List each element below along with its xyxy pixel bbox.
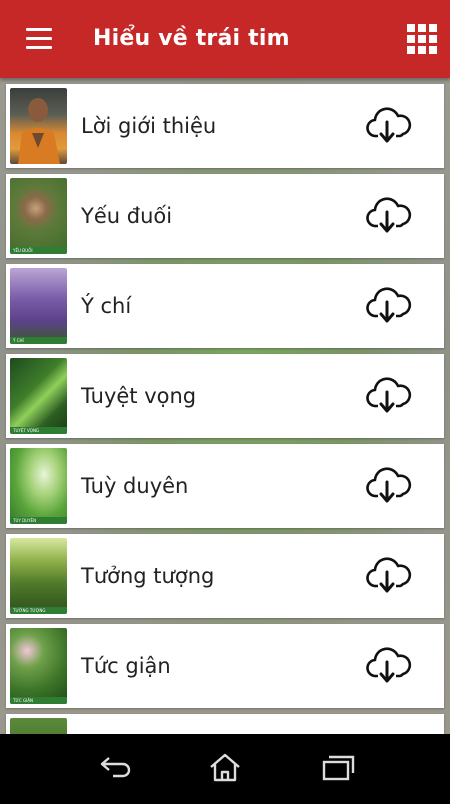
cloud-download-icon[interactable] <box>366 556 412 596</box>
thumbnail-image: Ý CHÍ <box>10 268 67 344</box>
list-item[interactable]: Ý CHÍ Ý chí <box>6 264 444 348</box>
list-item[interactable]: TƯỞNG TƯỢNG Tưởng tượng <box>6 534 444 618</box>
cloud-download-icon[interactable] <box>366 196 412 236</box>
thumbnail-image: TƯỞNG TƯỢNG <box>10 538 67 614</box>
item-label: Lời giới thiệu <box>81 114 217 138</box>
thumbnail-caption: YẾU ĐUỐI <box>10 247 67 254</box>
thumbnail-image: TỨC GIẬN <box>10 628 67 704</box>
cloud-download-icon[interactable] <box>366 466 412 506</box>
list-item[interactable]: TÙY DUYÊN Tuỳ duyên <box>6 444 444 528</box>
system-nav-bar <box>0 734 450 800</box>
cloud-download-icon[interactable] <box>366 376 412 416</box>
thumbnail-image: YẾU ĐUỐI <box>10 178 67 254</box>
back-icon[interactable] <box>95 752 135 782</box>
list-item[interactable]: TUYỆT VỌNG Tuyệt vọng <box>6 354 444 438</box>
recents-icon[interactable] <box>318 752 358 782</box>
item-label: Tuyệt vọng <box>81 384 197 408</box>
item-label: Tuỳ duyên <box>81 474 189 498</box>
thumbnail-image: TÙY DUYÊN <box>10 448 67 524</box>
item-label: Tức giận <box>81 654 171 678</box>
chapter-list: Lời giới thiệu YẾU ĐUỐI Yếu đuối Ý CHÍ Ý… <box>6 84 444 804</box>
thumbnail-image <box>10 88 67 164</box>
thumbnail-caption: TÙY DUYÊN <box>10 517 67 524</box>
home-icon[interactable] <box>205 752 245 782</box>
menu-icon[interactable] <box>26 28 52 50</box>
grid-icon[interactable] <box>407 24 437 54</box>
cloud-download-icon[interactable] <box>366 286 412 326</box>
thumbnail-image: TUYỆT VỌNG <box>10 358 67 434</box>
list-item[interactable]: TỨC GIẬN Tức giận <box>6 624 444 708</box>
item-label: Tưởng tượng <box>81 564 215 588</box>
list-item[interactable]: YẾU ĐUỐI Yếu đuối <box>6 174 444 258</box>
item-label: Yếu đuối <box>81 204 173 228</box>
app-bar: Hiểu về trái tim <box>0 0 450 78</box>
item-label: Ý chí <box>81 294 132 318</box>
cloud-download-icon[interactable] <box>366 646 412 686</box>
thumbnail-caption: TỨC GIẬN <box>10 697 67 704</box>
thumbnail-caption: Ý CHÍ <box>10 337 67 344</box>
list-item[interactable]: Lời giới thiệu <box>6 84 444 168</box>
thumbnail-caption: TUYỆT VỌNG <box>10 427 67 434</box>
thumbnail-caption: TƯỞNG TƯỢNG <box>10 607 67 614</box>
cloud-download-icon[interactable] <box>366 106 412 146</box>
page-title: Hiểu về trái tim <box>93 26 290 51</box>
